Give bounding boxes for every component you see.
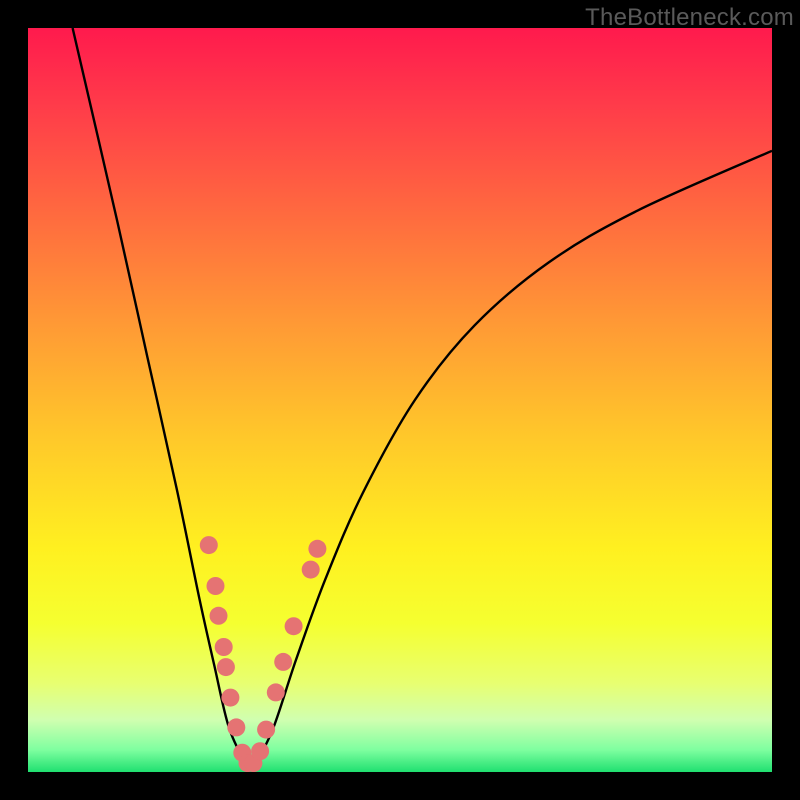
marker-point xyxy=(251,742,269,760)
marker-point xyxy=(207,577,225,595)
curve-right-branch xyxy=(256,151,772,765)
watermark-label: TheBottleneck.com xyxy=(585,4,794,32)
marker-point xyxy=(221,689,239,707)
marker-point xyxy=(210,607,228,625)
marker-point xyxy=(217,658,235,676)
marker-point xyxy=(200,536,218,554)
marker-point xyxy=(257,721,275,739)
marker-point xyxy=(274,653,292,671)
marker-point xyxy=(267,683,285,701)
plot-area xyxy=(28,28,772,772)
marker-point xyxy=(302,561,320,579)
curves-layer xyxy=(28,28,772,772)
marker-point xyxy=(215,638,233,656)
marker-point xyxy=(227,718,245,736)
highlighted-markers xyxy=(200,536,327,772)
chart-frame: TheBottleneck.com xyxy=(0,0,800,800)
marker-point xyxy=(308,540,326,558)
marker-point xyxy=(285,617,303,635)
